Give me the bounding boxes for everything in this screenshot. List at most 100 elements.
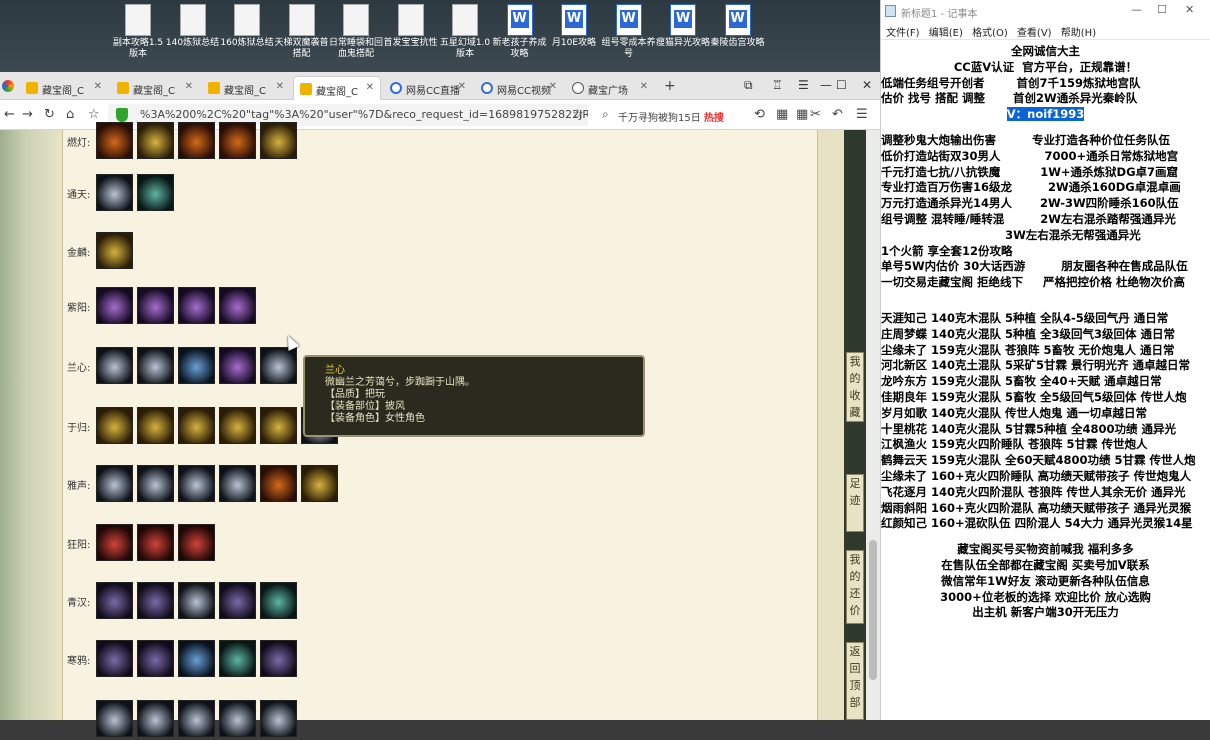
item-icon[interactable] [96, 524, 133, 561]
item-icon[interactable] [178, 640, 215, 677]
browser-tab[interactable]: 藏宝阁_C ✕ [202, 76, 290, 100]
side-button[interactable]: 返回顶部 [846, 642, 864, 720]
main-menu-icon[interactable]: ☰ [856, 107, 868, 122]
page-scrollbar[interactable] [866, 130, 880, 720]
item-icon[interactable] [260, 347, 297, 384]
item-icon[interactable] [96, 640, 133, 677]
notepad-menu-item[interactable]: 查看(V) [1017, 28, 1052, 39]
notepad-menu-item[interactable]: 格式(O) [972, 28, 1008, 39]
item-icon[interactable] [219, 407, 256, 444]
item-icon[interactable] [301, 465, 338, 502]
browser-tab[interactable]: 藏宝广场 ✕ [566, 76, 654, 100]
apps-icon[interactable]: ▦ [776, 107, 788, 122]
item-icon[interactable] [137, 700, 174, 737]
browser-tab[interactable]: 藏宝阁_C ✕ [293, 76, 381, 100]
item-icon[interactable] [260, 465, 297, 502]
tab-close-icon[interactable]: ✕ [94, 81, 102, 92]
item-icon[interactable] [137, 465, 174, 502]
desktop-icon[interactable]: 天梯双魔袭普搭配 [274, 4, 330, 60]
item-icon[interactable] [96, 700, 133, 737]
item-icon[interactable] [96, 122, 133, 159]
item-icon[interactable] [178, 347, 215, 384]
item-icon[interactable] [178, 287, 215, 324]
tab-close-icon[interactable]: ✕ [640, 81, 648, 92]
bookmark-icon[interactable]: ☆ [88, 107, 100, 122]
browser-tab[interactable]: 藏宝阁_C ✕ [20, 76, 108, 100]
side-button[interactable]: 我的还价 [846, 550, 864, 624]
notepad-text-area[interactable]: 全网诚信大主 CC蓝V认证 官方平台，正规靠谱！ 低端任务组号开创者 首创7千159… [881, 40, 1210, 621]
tab-close-icon[interactable]: ✕ [185, 81, 193, 92]
item-icon[interactable] [178, 582, 215, 619]
item-icon[interactable] [96, 347, 133, 384]
menu-icon[interactable]: ☰ [798, 78, 809, 92]
notepad-minimize-button[interactable]: — [1131, 3, 1142, 16]
desktop-icon[interactable]: 新老孩子养成攻略 [492, 4, 548, 60]
item-icon[interactable] [178, 524, 215, 561]
item-icon[interactable] [96, 582, 133, 619]
cut-icon[interactable]: ✂ [810, 107, 821, 122]
item-icon[interactable] [96, 465, 133, 502]
browser-tab[interactable]: 网易CC直播 ✕ [384, 76, 472, 100]
side-button[interactable]: 我的收藏 [846, 352, 864, 422]
item-icon[interactable] [219, 465, 256, 502]
item-icon[interactable] [137, 174, 174, 211]
notepad-maximize-button[interactable]: ☐ [1157, 3, 1167, 16]
tab-close-icon[interactable]: ✕ [366, 82, 374, 93]
item-icon[interactable] [137, 287, 174, 324]
desktop-icon[interactable]: 瘦猫异光攻略 [655, 4, 711, 49]
back-icon[interactable]: ← [4, 107, 15, 122]
item-icon[interactable] [137, 347, 174, 384]
reload-icon[interactable]: ↻ [44, 107, 55, 122]
item-icon[interactable] [178, 700, 215, 737]
desktop-icon[interactable]: 160炼狱总结 [219, 4, 275, 49]
item-icon[interactable] [137, 407, 174, 444]
item-icon[interactable] [178, 407, 215, 444]
item-icon[interactable] [260, 640, 297, 677]
tab-list-icon[interactable]: ⧉ [744, 78, 753, 93]
home-icon[interactable]: ⌂ [66, 107, 74, 122]
item-icon[interactable] [96, 407, 133, 444]
item-icon[interactable] [260, 700, 297, 737]
desktop-icon[interactable]: 五星幻域1.0版本 [437, 4, 493, 60]
side-button[interactable]: 足迹 [846, 474, 864, 532]
close-window-button[interactable]: ✕ [862, 78, 872, 92]
browser-tab[interactable]: 藏宝阁_C ✕ [111, 76, 199, 100]
item-icon[interactable] [219, 287, 256, 324]
item-icon[interactable] [137, 582, 174, 619]
item-icon[interactable] [178, 122, 215, 159]
desktop-icon[interactable]: 月10E攻略 [546, 4, 602, 49]
notepad-close-button[interactable]: ✕ [1185, 3, 1194, 16]
desktop-icon[interactable]: 首发宝宝抗性 [383, 4, 439, 49]
scrollbar-thumb[interactable] [869, 540, 877, 680]
item-icon[interactable] [137, 524, 174, 561]
browser-logo-icon[interactable] [2, 80, 14, 92]
new-tab-button[interactable]: + [664, 78, 676, 94]
item-icon[interactable] [96, 174, 133, 211]
item-icon[interactable] [219, 640, 256, 677]
notepad-menu-item[interactable]: 帮助(H) [1061, 28, 1096, 39]
desktop-icon[interactable]: 组号零成本养号 [601, 4, 657, 60]
item-icon[interactable] [260, 582, 297, 619]
item-icon[interactable] [219, 122, 256, 159]
desktop-icon[interactable]: 副本攻略1.5版本 [110, 4, 166, 60]
tab-close-icon[interactable]: ✕ [276, 81, 284, 92]
item-icon[interactable] [96, 232, 133, 269]
desktop-icon[interactable]: 日常睡袋和回血鬼搭配 [328, 4, 384, 60]
tab-close-icon[interactable]: ✕ [549, 81, 557, 92]
tab-close-icon[interactable]: ✕ [458, 81, 466, 92]
item-icon[interactable] [219, 582, 256, 619]
item-icon[interactable] [137, 122, 174, 159]
desktop-icon[interactable]: 140炼狱总结 [165, 4, 221, 49]
extensions-icon[interactable]: ▦ [796, 107, 808, 122]
undo-icon[interactable]: ↶ [832, 107, 843, 122]
shirt-icon[interactable]: ♖ [772, 78, 783, 92]
item-icon[interactable] [96, 287, 133, 324]
item-icon[interactable] [219, 700, 256, 737]
item-icon[interactable] [260, 122, 297, 159]
item-icon[interactable] [260, 407, 297, 444]
minimize-button[interactable]: — [820, 78, 832, 92]
item-icon[interactable] [178, 465, 215, 502]
notepad-menu-item[interactable]: 编辑(E) [929, 28, 963, 39]
forward-icon[interactable]: → [22, 107, 33, 122]
item-icon[interactable] [137, 640, 174, 677]
